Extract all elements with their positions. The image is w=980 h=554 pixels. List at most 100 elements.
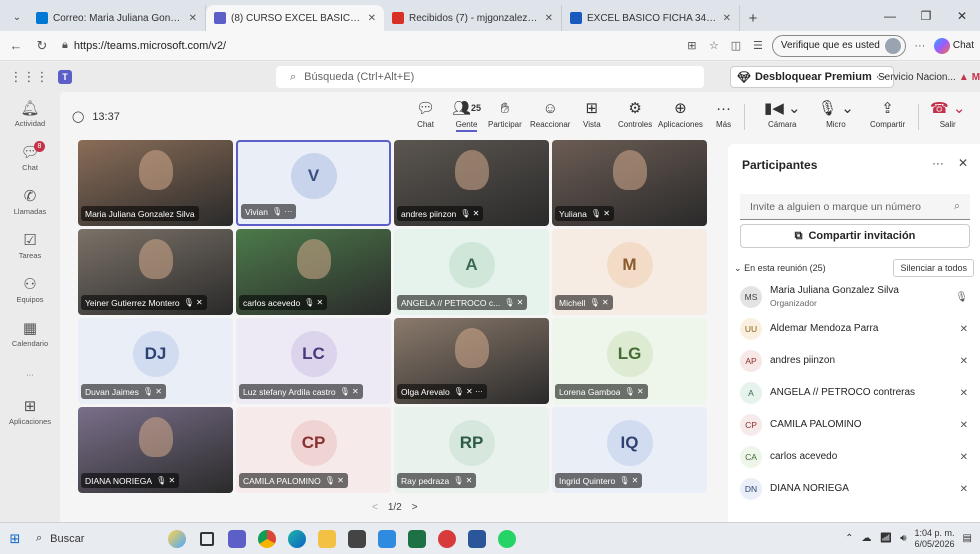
raise-hand-button[interactable]: ✋︎ Participar <box>488 100 522 129</box>
rail-item-teams[interactable]: ⚇ Equipos <box>0 268 60 312</box>
tab-close-icon[interactable]: ✕ <box>545 13 553 24</box>
rail-item-bell[interactable]: 🔔︎ Actividad <box>0 92 60 136</box>
split-screen-icon[interactable]: ◫ <box>728 39 744 52</box>
participant-row[interactable]: MS Maria Juliana Gonzalez Silva Organizad… <box>728 281 980 313</box>
video-tile[interactable]: A ANGELA // PETROCO c... 🎙 ✕ <box>394 229 549 315</box>
unlock-premium-button[interactable]: 💎︎ Desbloquear Premium ··· <box>730 66 894 88</box>
participant-row[interactable]: DN DIANA NORIEGA ✕ <box>728 473 980 505</box>
copilot-chat-button[interactable]: Chat <box>933 37 974 54</box>
network-icon[interactable]: 📶︎ <box>879 533 892 544</box>
invite-input[interactable]: Invite a alguien o marque un número ⌕ <box>740 194 970 220</box>
apps-grid-icon[interactable]: ⊞ <box>684 39 700 52</box>
controls-button[interactable]: ⚙︎ Controles <box>618 100 652 129</box>
teams-app-icon[interactable] <box>222 529 252 548</box>
excel-icon[interactable] <box>402 529 432 548</box>
tab-close-icon[interactable]: ✕ <box>368 13 376 24</box>
video-tile[interactable]: V Vivian 🎙 ··· <box>236 140 391 226</box>
video-tile[interactable]: Olga Arevalo 🎙 ✕ ··· <box>394 318 549 404</box>
search-input[interactable]: ⌕ Búsqueda (Ctrl+Alt+E) <box>276 66 704 88</box>
video-tile[interactable]: M Michell 🎙 ✕ <box>552 229 707 315</box>
favorites-icon[interactable]: ☰ <box>750 39 766 52</box>
browser-more-icon[interactable]: ··· <box>912 40 928 52</box>
pager-next-button[interactable]: > <box>412 502 418 513</box>
video-tile[interactable]: IQ Ingrid Quintero 🎙 ✕ <box>552 407 707 493</box>
pager-prev-button[interactable]: < <box>372 502 378 513</box>
video-tile[interactable]: CP CAMILA PALOMINO 🎙 ✕ <box>236 407 391 493</box>
app-red-icon[interactable] <box>432 529 462 548</box>
notifications-icon[interactable]: ▤ <box>963 533 972 544</box>
video-tile[interactable]: Maria Juliana Gonzalez Silva <box>78 140 233 226</box>
rail-item-phone[interactable]: ✆ Llamadas <box>0 180 60 224</box>
browser-tab[interactable]: Correo: Maria Juliana Gonzalez Silv ✕ <box>28 5 206 31</box>
panel-close-icon[interactable]: ✕ <box>958 156 968 170</box>
video-tile[interactable]: carlos acevedo 🎙 ✕ <box>236 229 391 315</box>
task-view-icon[interactable] <box>192 531 222 546</box>
copilot-sparkle-icon[interactable] <box>162 529 192 548</box>
browser-tab[interactable]: Recibidos (7) - mjgonzalez2002@ ✕ <box>384 5 562 31</box>
whatsapp-icon[interactable] <box>492 529 522 548</box>
chrome-icon[interactable] <box>252 529 282 548</box>
video-tile[interactable]: andres piinzon 🎙 ✕ <box>394 140 549 226</box>
view-button[interactable]: ⊞ Vista <box>583 100 601 129</box>
rail-item-chat[interactable]: 💬︎ Chat 8 <box>0 136 60 180</box>
participant-row[interactable]: A ANGELA // PETROCO contreras ✕ <box>728 377 980 409</box>
minimize-icon[interactable]: — <box>872 0 908 31</box>
reload-icon[interactable]: ↻ <box>32 38 52 54</box>
participant-row[interactable]: AP andres piinzon ✕ <box>728 345 980 377</box>
rail-item-tasks[interactable]: ☑ Tareas <box>0 224 60 268</box>
url-field[interactable]: 🔒︎ https://teams.microsoft.com/v2/ <box>58 35 678 57</box>
video-tile[interactable]: Yuliana 🎙 ✕ <box>552 140 707 226</box>
panel-more-icon[interactable]: ··· <box>932 156 944 170</box>
new-tab-button[interactable]: + <box>740 5 766 31</box>
cloud-icon[interactable]: ☁︎ <box>861 533 871 544</box>
video-tile[interactable]: LG Lorena Gamboa 🎙 ✕ <box>552 318 707 404</box>
video-tile[interactable]: DIANA NORIEGA 🎙 ✕ <box>78 407 233 493</box>
chat-button[interactable]: 💬︎ Chat <box>416 100 435 129</box>
video-tile[interactable]: Yeiner Gutierrez Montero 🎙 ✕ <box>78 229 233 315</box>
back-icon[interactable]: ← <box>6 38 26 53</box>
browser-tab[interactable]: EXCEL BASICO FICHA 3490883 PE ✕ <box>562 5 740 31</box>
section-toggle[interactable]: ⌄ En esta reunión (25) <box>734 263 826 274</box>
taskbar-search[interactable]: ⌕ Buscar <box>30 527 162 551</box>
rail-item-apps[interactable]: ⊞ Aplicaciones <box>0 390 60 434</box>
windows-start-icon[interactable]: ⊞ <box>0 531 30 547</box>
org-switcher[interactable]: Servicio Nacion... ▲ MS <box>878 66 980 88</box>
restore-icon[interactable]: ❐ <box>908 0 944 31</box>
share-invite-button[interactable]: ⧉ Compartir invitación <box>740 224 970 248</box>
people-button[interactable]: 👥︎25 Gente <box>452 100 481 132</box>
app-launcher-icon[interactable]: ⋮⋮⋮ <box>0 69 58 85</box>
tray-chevron-icon[interactable]: ⌃ <box>845 533 853 544</box>
more-button[interactable]: ··· Más <box>716 100 731 129</box>
participant-video <box>454 328 489 369</box>
react-button[interactable]: ☺ Reaccionar <box>530 100 570 129</box>
photos-icon[interactable] <box>372 529 402 548</box>
share-button[interactable]: ⇪ Compartir <box>870 100 905 129</box>
participant-row[interactable]: CP CAMILA PALOMINO ✕ <box>728 409 980 441</box>
tab-close-icon[interactable]: ✕ <box>189 13 197 24</box>
apps-button[interactable]: ⊕ Aplicaciones <box>658 100 703 129</box>
favorite-star-icon[interactable]: ☆ <box>706 39 722 52</box>
rail-item-more[interactable]: ··· <box>0 356 60 390</box>
close-window-icon[interactable]: ✕ <box>944 0 980 31</box>
word-icon[interactable] <box>462 529 492 548</box>
browser-tab[interactable]: (8) CURSO EXCEL BASICO FIC ✕ <box>206 5 384 31</box>
clock[interactable]: 1:04 p. m. 6/05/2026 <box>915 528 955 550</box>
edge-icon[interactable] <box>282 529 312 548</box>
file-explorer-icon[interactable] <box>312 529 342 548</box>
rail-item-calendar[interactable]: ▦ Calendario <box>0 312 60 356</box>
tab-close-icon[interactable]: ✕ <box>723 13 731 24</box>
mic-status-icon: ✕ <box>959 451 968 463</box>
video-tile[interactable]: LC Luz stefany Ardila castro 🎙 ✕ <box>236 318 391 404</box>
video-tile[interactable]: RP Ray pedraza 🎙 ✕ <box>394 407 549 493</box>
video-tile[interactable]: DJ Duvan Jaimes 🎙 ✕ <box>78 318 233 404</box>
camera-button[interactable]: ▮◀ ⌄ Cámara <box>764 100 801 129</box>
volume-icon[interactable]: 🔊︎ <box>900 533 906 544</box>
mic-button[interactable]: 🎙︎ ⌄ Micro <box>818 100 854 129</box>
participant-row[interactable]: CA carlos acevedo ✕ <box>728 441 980 473</box>
verify-identity-button[interactable]: Verifique que es usted <box>771 34 906 57</box>
leave-button[interactable]: ☎︎ ⌄ Salir <box>930 100 965 129</box>
participant-row[interactable]: UU Aldemar Mendoza Parra ✕ <box>728 313 980 345</box>
tab-menu-chevron-icon[interactable]: ⌄ <box>6 3 28 31</box>
mute-all-button[interactable]: Silenciar a todos <box>893 259 974 277</box>
calculator-icon[interactable] <box>342 529 372 548</box>
